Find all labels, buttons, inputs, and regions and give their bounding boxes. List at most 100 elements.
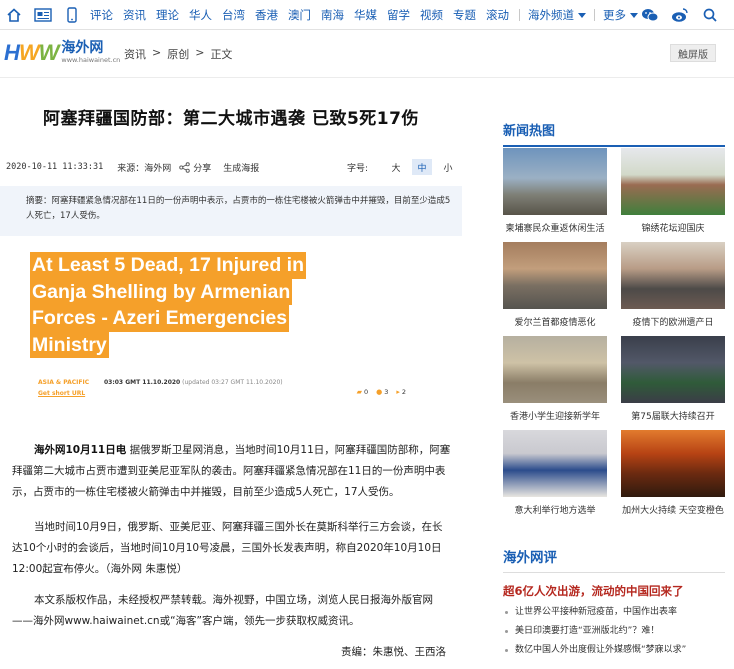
article-title: 阿塞拜疆国防部：第二大城市遇袭 已致5死17伤 bbox=[43, 109, 419, 129]
site-header: HWW 海外网 www.haiwainet.cn 资讯 > 原创 > 正文 触屏… bbox=[0, 30, 734, 78]
image-headline-line: Forces - Azeri Emergencies bbox=[30, 305, 290, 332]
font-size-control: 字号: 大 中 小 bbox=[347, 159, 458, 175]
nav-item-macau[interactable]: 澳门 bbox=[288, 7, 311, 23]
home-icon[interactable] bbox=[4, 5, 24, 25]
caret-down-icon bbox=[578, 12, 586, 18]
like-icon: ● bbox=[376, 388, 383, 396]
top-navigation-bar: 评论 资讯 理论 华人 台湾 香港 澳门 南海 华媒 留学 视频 专题 滚动 海… bbox=[0, 0, 734, 30]
photo-card[interactable]: 锦绣花坛迎国庆 bbox=[621, 148, 725, 234]
photo-thumbnail[interactable] bbox=[621, 148, 725, 215]
commentary-item[interactable]: 数亿中国人外出度假让外媒感慨“梦寐以求” bbox=[503, 641, 725, 660]
section-title: 新闻热图 bbox=[503, 124, 556, 139]
commentary-headline[interactable]: 超6亿人次出游，流动的中国回来了 bbox=[503, 583, 725, 599]
photo-card[interactable]: 柬埔寨民众重返休闲生活 bbox=[503, 148, 607, 234]
caret-down-icon bbox=[630, 12, 638, 18]
article-editor: 责编：朱惠悦、王西洛 bbox=[341, 646, 446, 658]
weibo-icon[interactable] bbox=[670, 5, 690, 25]
font-size-label: 字号: bbox=[346, 163, 368, 174]
photo-caption[interactable]: 锦绣花坛迎国庆 bbox=[621, 221, 725, 234]
image-short-url: Get short URL bbox=[38, 390, 86, 397]
article-meta: 2020-10-11 11:33:31 来源：海外网 分享 生成海报 字号: 大… bbox=[6, 159, 458, 175]
photo-card[interactable]: 疫情下的欧洲遗产日 bbox=[621, 242, 725, 328]
touch-version-button[interactable]: 触屏版 bbox=[670, 44, 716, 62]
nav-item-chinese[interactable]: 华人 bbox=[189, 7, 212, 23]
image-reactions: ▰ 0 ● 3 ▸ 2 bbox=[357, 388, 406, 396]
generate-poster-button[interactable]: 生成海报 bbox=[223, 161, 259, 174]
nav-item-theory[interactable]: 理论 bbox=[156, 7, 179, 23]
breadcrumb-separator: > bbox=[195, 46, 205, 59]
wechat-icon[interactable] bbox=[640, 5, 660, 25]
nav-item-south-sea[interactable]: 南海 bbox=[321, 7, 344, 23]
hot-pictures-section: 新闻热图 bbox=[503, 120, 725, 147]
image-time: 03:03 GMT 11.10.2020 bbox=[104, 379, 181, 386]
commentary-item[interactable]: 让世界公平接种新冠疫苗，中国作出表率 bbox=[503, 603, 725, 622]
commentary-section: 海外网评 超6亿人次出游，流动的中国回来了 让世界公平接种新冠疫苗，中国作出表率… bbox=[503, 546, 725, 660]
comment-icon: ▰ bbox=[356, 388, 362, 396]
photo-thumbnail[interactable] bbox=[503, 336, 607, 403]
breadcrumb-news[interactable]: 资讯 bbox=[124, 46, 146, 62]
reaction-count: 0 bbox=[363, 388, 369, 396]
nav-item-special[interactable]: 专题 bbox=[453, 7, 476, 23]
commentary-item[interactable]: 美日印澳要打造“亚洲版北约”？难！ bbox=[503, 622, 725, 641]
share-button[interactable]: 分享 bbox=[179, 161, 211, 174]
article-source: 来源：海外网 bbox=[117, 163, 172, 174]
image-timestamp: 03:03 GMT 11.10.2020 (updated 03:27 GMT … bbox=[104, 379, 283, 386]
photo-thumbnail[interactable] bbox=[503, 148, 607, 215]
nav-item-news[interactable]: 资讯 bbox=[123, 7, 146, 23]
photo-caption[interactable]: 加州大火持续 天空变橙色 bbox=[621, 503, 725, 516]
image-headline-line: Ministry bbox=[30, 331, 109, 358]
dateline: 海外网10月11日电 bbox=[34, 444, 127, 456]
nav-item-video[interactable]: 视频 bbox=[420, 7, 443, 23]
photo-card[interactable]: 香港小学生迎接新学年 bbox=[503, 336, 607, 422]
photo-caption[interactable]: 爱尔兰首都疫情恶化 bbox=[503, 315, 607, 328]
like-count: ● 3 bbox=[376, 388, 388, 396]
share-icon bbox=[179, 161, 190, 173]
photo-caption[interactable]: 第75届联大持续召开 bbox=[621, 409, 725, 422]
nav-item-comment[interactable]: 评论 bbox=[90, 7, 113, 23]
nav-item-study-abroad[interactable]: 留学 bbox=[387, 7, 410, 23]
overseas-channel-dropdown[interactable]: 海外频道 bbox=[528, 7, 586, 23]
reaction-count: 2 bbox=[401, 388, 406, 396]
mobile-phone-icon[interactable] bbox=[62, 5, 82, 25]
nav-item-rolling[interactable]: 滚动 bbox=[486, 7, 509, 23]
share-label: 分享 bbox=[193, 163, 212, 174]
photo-thumbnail[interactable] bbox=[621, 430, 725, 497]
newspaper-icon[interactable] bbox=[33, 5, 53, 25]
site-logo[interactable]: HWW 海外网 www.haiwainet.cn bbox=[4, 40, 120, 70]
copyright-notice: 本文系版权作品，未经授权严禁转载。海外视野，中国立场，浏览人民日报海外版官网——… bbox=[12, 594, 433, 627]
photo-caption[interactable]: 柬埔寨民众重返休闲生活 bbox=[503, 221, 607, 234]
breadcrumb-separator: > bbox=[152, 46, 162, 59]
logo-mark: HWW bbox=[4, 40, 59, 65]
photo-thumbnail[interactable] bbox=[621, 242, 725, 309]
nav-item-taiwan[interactable]: 台湾 bbox=[222, 7, 245, 23]
nav-item-chinese-media[interactable]: 华媒 bbox=[354, 7, 377, 23]
photo-caption[interactable]: 疫情下的欧洲遗产日 bbox=[621, 315, 725, 328]
article-image: At Least 5 Dead, 17 Injured in Ganja She… bbox=[30, 252, 430, 412]
more-dropdown[interactable]: 更多 bbox=[603, 7, 638, 23]
dropdown-label: 更多 bbox=[603, 8, 626, 22]
breadcrumb: 资讯 > 原创 > 正文 bbox=[124, 46, 232, 62]
search-icon[interactable] bbox=[700, 5, 720, 25]
photo-thumbnail[interactable] bbox=[621, 336, 725, 403]
font-size-large[interactable]: 大 bbox=[386, 159, 406, 175]
photo-card[interactable]: 爱尔兰首都疫情恶化 bbox=[503, 242, 607, 328]
comment-count: ▰ 0 bbox=[357, 388, 369, 396]
commentary-list: 让世界公平接种新冠疫苗，中国作出表率 美日印澳要打造“亚洲版北约”？难！ 数亿中… bbox=[503, 603, 725, 660]
photo-card[interactable]: 意大利举行地方选举 bbox=[503, 430, 607, 516]
photo-card[interactable]: 加州大火持续 天空变橙色 bbox=[621, 430, 725, 516]
breadcrumb-current: 正文 bbox=[210, 48, 233, 61]
photo-caption[interactable]: 香港小学生迎接新学年 bbox=[503, 409, 607, 422]
font-size-medium[interactable]: 中 bbox=[412, 159, 432, 175]
article-summary: 摘要：阿塞拜疆紧急情况部在11日的一份声明中表示，占贾市的一栋住宅楼被火箭弹击中… bbox=[0, 186, 462, 236]
photo-caption[interactable]: 意大利举行地方选举 bbox=[503, 503, 607, 516]
image-category-tag: ASIA & PACIFIC bbox=[38, 379, 90, 386]
photo-thumbnail[interactable] bbox=[503, 430, 607, 497]
image-headline-line: Ganja Shelling by Armenian bbox=[30, 278, 293, 305]
photo-card[interactable]: 第75届联大持续召开 bbox=[621, 336, 725, 422]
nav-divider bbox=[519, 9, 520, 21]
section-divider bbox=[503, 145, 725, 147]
nav-item-hongkong[interactable]: 香港 bbox=[255, 7, 278, 23]
photo-thumbnail[interactable] bbox=[503, 242, 607, 309]
breadcrumb-original[interactable]: 原创 bbox=[167, 46, 189, 62]
font-size-small[interactable]: 小 bbox=[438, 159, 458, 175]
